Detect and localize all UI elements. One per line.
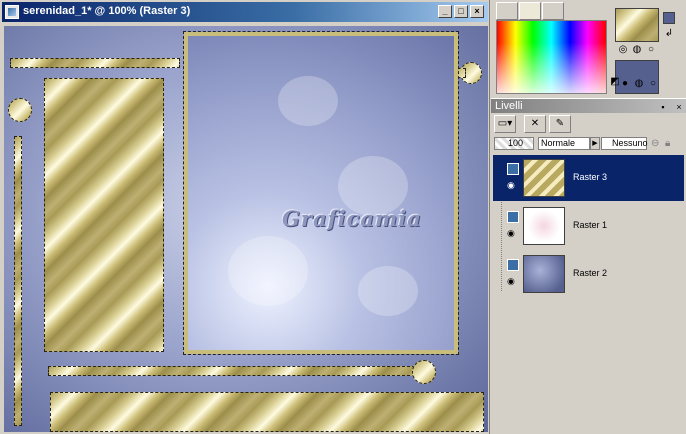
raster-layer-icon [507, 211, 519, 223]
layer-name: Raster 2 [573, 268, 608, 278]
new-layer-button[interactable]: ▭▾ [494, 115, 516, 133]
link-icon[interactable]: ⊖ [651, 138, 663, 150]
style-icon[interactable]: ◎ [617, 44, 629, 56]
image-canvas[interactable]: Graficamia [4, 26, 488, 432]
layers-title-bar[interactable]: Livelli ▪ × [491, 99, 686, 113]
gold-panel-left [44, 78, 164, 352]
swap-icon[interactable]: ↲ [663, 28, 675, 40]
gold-knob-left [8, 98, 32, 122]
document-titlebar[interactable]: serenidad_1* @ 100% (Raster 3) _ □ × [2, 2, 488, 22]
document-icon [5, 5, 19, 19]
layers-title-buttons: ▪ × [655, 100, 684, 114]
swatches-tab-icon[interactable] [542, 2, 564, 20]
layer-row-raster-1[interactable]: ◉ Raster 1 [493, 203, 684, 249]
background-mini-swatch[interactable] [663, 12, 675, 24]
layers-panel: Livelli ▪ × ▭▾ ✕ ✎ 100 Normale ▶ Nessuno… [491, 98, 686, 434]
layer-properties-button[interactable]: ✎ [549, 115, 571, 133]
flower-photo-frame [183, 31, 459, 355]
gold-bar-top [10, 58, 180, 68]
raster-layer-icon [507, 259, 519, 271]
opacity-field[interactable]: 100 [494, 137, 534, 150]
layer-thumbnail [523, 207, 565, 245]
layers-menu-icon[interactable]: ▪ [658, 102, 668, 112]
visibility-eye-icon[interactable]: ◉ [507, 229, 519, 238]
layer-name: Raster 3 [573, 172, 608, 182]
brush-tab-icon[interactable] [496, 2, 518, 20]
texture-icon[interactable]: ◍ [631, 44, 643, 56]
visibility-eye-icon[interactable]: ◉ [507, 181, 519, 190]
gold-bar-bottom-thin [48, 366, 420, 376]
default-colors-icon[interactable]: ◩ [609, 76, 621, 88]
flower-petal [278, 76, 338, 126]
color-tab-icon[interactable] [519, 2, 541, 20]
layer-row-raster-2[interactable]: ◉ Raster 2 [493, 251, 684, 297]
layer-thumbnail [523, 255, 565, 293]
layers-title: Livelli [495, 100, 523, 112]
color-spectrum[interactable] [496, 20, 607, 94]
raster-layer-icon [507, 163, 519, 175]
materials-palette: ◎ ◍ ○ ↲ ● ◍ ○ ◩ [491, 0, 686, 98]
document-title: serenidad_1* @ 100% (Raster 3) [23, 5, 191, 17]
flower-petal [358, 266, 418, 316]
gold-panel-bottom [50, 392, 484, 432]
transparent-icon[interactable]: ○ [645, 44, 657, 56]
mask-mode-select[interactable]: Nessuno [601, 137, 648, 150]
lock-icon[interactable]: 🔒︎ [665, 138, 677, 150]
layer-row-raster-3[interactable]: ◉ Raster 3 [493, 155, 684, 201]
bg-transparent-icon[interactable]: ○ [647, 78, 659, 90]
blend-mode-select[interactable]: Normale [538, 137, 590, 150]
gold-knob-bottom [412, 360, 436, 384]
blend-mode-dropdown-icon[interactable]: ▶ [590, 137, 600, 150]
foreground-swatch[interactable] [615, 8, 659, 42]
visibility-eye-icon[interactable]: ◉ [507, 277, 519, 286]
bg-texture-icon[interactable]: ◍ [633, 78, 645, 90]
flower-petal [228, 236, 308, 306]
layer-options-row: 100 Normale ▶ Nessuno ⊖ 🔒︎ [491, 137, 686, 151]
maximize-button[interactable]: □ [454, 5, 468, 18]
layer-name: Raster 1 [573, 220, 608, 230]
layer-thumbnail [523, 159, 565, 197]
close-button[interactable]: × [470, 5, 484, 18]
gold-stick-left [14, 136, 22, 426]
minimize-button[interactable]: _ [438, 5, 452, 18]
delete-layer-button[interactable]: ✕ [524, 115, 546, 133]
layers-list: ◉ Raster 3 ◉ Raster 1 ◉ Raster 2 [493, 155, 684, 434]
document-window: serenidad_1* @ 100% (Raster 3) _ □ × Gra… [0, 0, 490, 434]
watermark-text: Graficamia [282, 206, 422, 231]
app-root: serenidad_1* @ 100% (Raster 3) _ □ × Gra… [0, 0, 686, 434]
layers-close-icon[interactable]: × [674, 102, 684, 112]
